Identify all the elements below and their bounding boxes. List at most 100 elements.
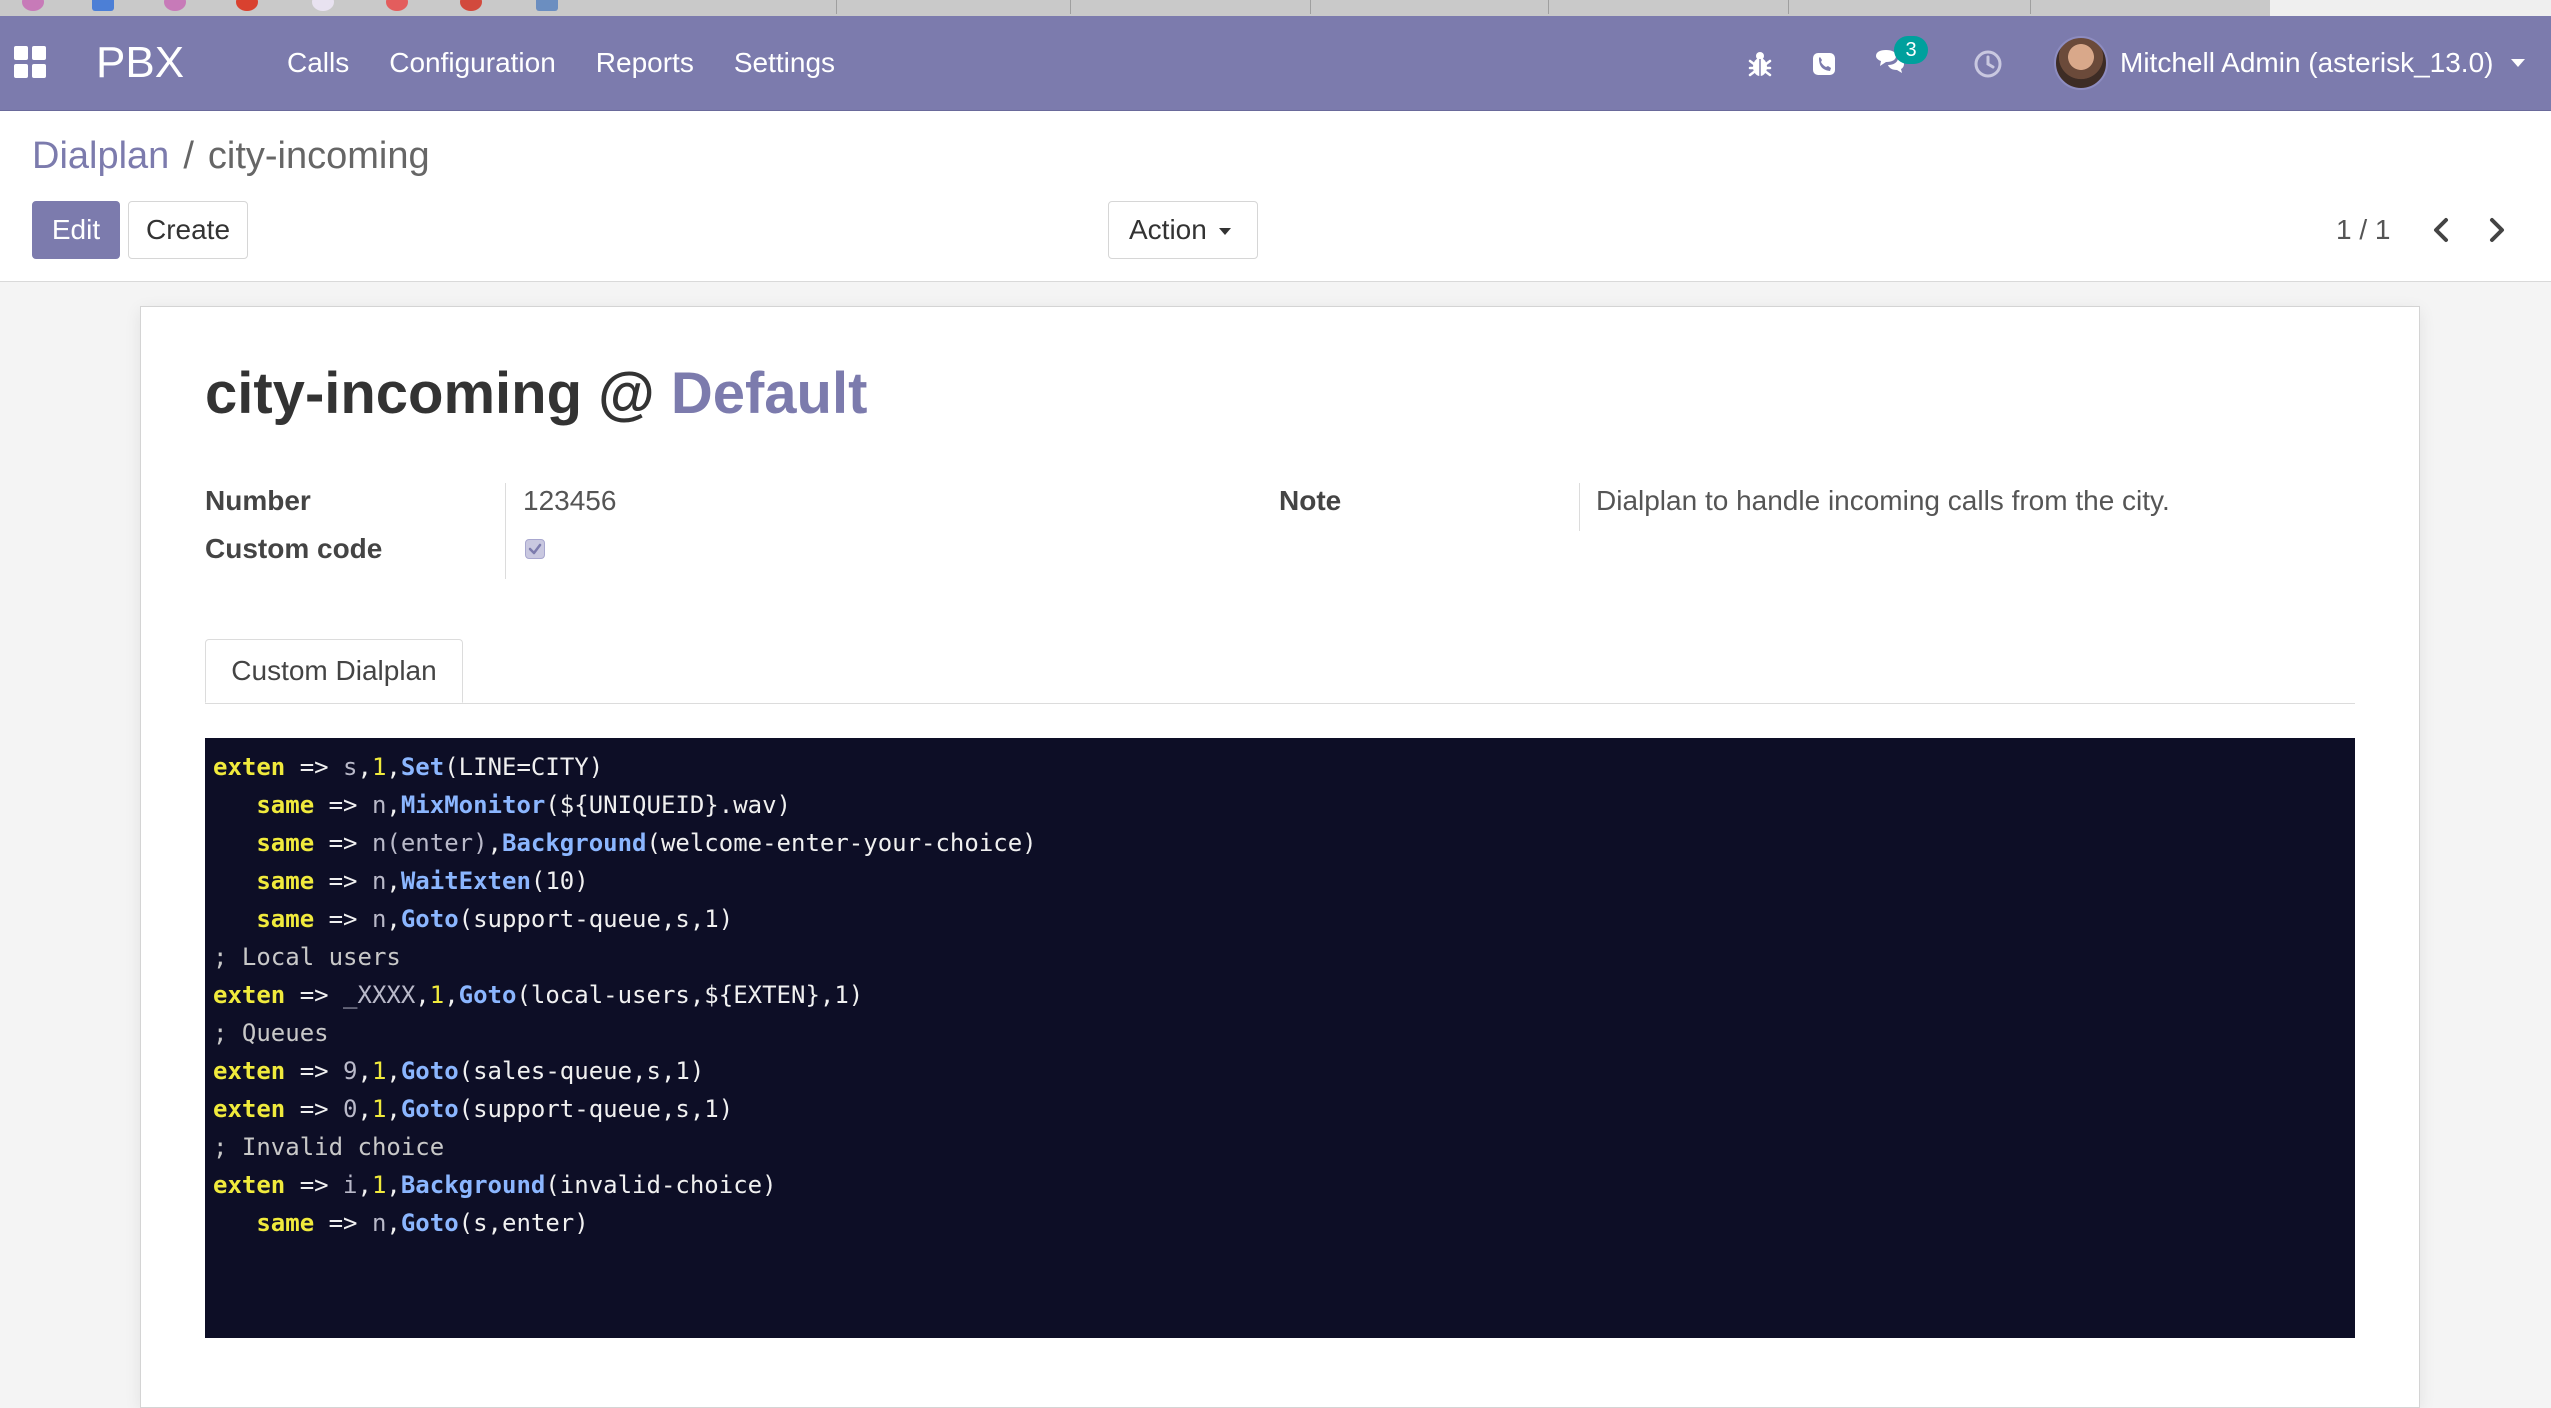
active-browser-tab[interactable] bbox=[2270, 0, 2551, 16]
field-divider bbox=[505, 483, 506, 579]
menu-reports[interactable]: Reports bbox=[596, 46, 694, 80]
chevron-right-icon[interactable] bbox=[2478, 211, 2514, 249]
code-token: same bbox=[213, 1209, 315, 1237]
code-token: (welcome-enter-your-choice) bbox=[646, 829, 1037, 857]
code-line: exten => s,1,Set(LINE=CITY) bbox=[213, 748, 2347, 786]
code-token: 1 bbox=[371, 1171, 387, 1199]
code-token: 1 bbox=[371, 1095, 387, 1123]
action-dropdown-button[interactable]: Action bbox=[1108, 201, 1258, 259]
code-token: => bbox=[285, 1095, 344, 1123]
code-token: same bbox=[213, 829, 315, 857]
code-token: , bbox=[357, 1171, 372, 1199]
code-line: ; Invalid choice bbox=[213, 1128, 2347, 1166]
code-line: exten => i,1,Background(invalid-choice) bbox=[213, 1166, 2347, 1204]
code-token: => bbox=[285, 753, 344, 781]
control-panel: Dialplan / city-incoming Edit Create Actio… bbox=[0, 111, 2551, 282]
code-token: 1 bbox=[429, 981, 445, 1009]
code-token: n(enter) bbox=[371, 829, 488, 857]
tab-custom-dialplan[interactable]: Custom Dialplan bbox=[205, 639, 463, 703]
phone-icon[interactable] bbox=[1804, 44, 1844, 84]
code-token: exten bbox=[213, 1057, 286, 1085]
menu-settings[interactable]: Settings bbox=[734, 46, 835, 80]
code-line: same => n,Goto(support-queue,s,1) bbox=[213, 900, 2347, 938]
code-token: n bbox=[371, 867, 387, 895]
menu-configuration[interactable]: Configuration bbox=[389, 46, 556, 80]
code-token: Background bbox=[400, 1171, 546, 1199]
tab-favicon-icon[interactable] bbox=[312, 0, 334, 11]
code-line: ; Queues bbox=[213, 1014, 2347, 1052]
code-token: , bbox=[357, 1057, 372, 1085]
record-title: city-incoming @ Default bbox=[205, 359, 867, 429]
menu-calls[interactable]: Calls bbox=[287, 46, 349, 80]
tab-favicon-icon[interactable] bbox=[386, 0, 408, 11]
code-token: , bbox=[386, 1057, 401, 1085]
breadcrumb-current: city-incoming bbox=[207, 135, 430, 177]
code-token: (invalid-choice) bbox=[545, 1171, 777, 1199]
code-token: , bbox=[386, 867, 401, 895]
code-token: exten bbox=[213, 1095, 286, 1123]
code-token: , bbox=[444, 981, 459, 1009]
code-line: same => n,MixMonitor(${UNIQUEID}.wav) bbox=[213, 786, 2347, 824]
code-token: => bbox=[314, 905, 372, 933]
caret-down-icon bbox=[1218, 228, 1231, 236]
code-editor[interactable]: exten => s,1,Set(LINE=CITY) same => n,Mi… bbox=[205, 738, 2355, 1338]
note-label: Note bbox=[1279, 485, 1342, 516]
code-token: 1 bbox=[371, 1057, 387, 1085]
form-sheet: city-incoming @ Default Number 123456 Cu… bbox=[140, 306, 2420, 1408]
avatar bbox=[2054, 36, 2108, 90]
code-token: n bbox=[371, 791, 387, 819]
breadcrumb: Dialplan / city-incoming bbox=[32, 133, 430, 179]
code-token: => bbox=[314, 867, 372, 895]
code-token: , bbox=[357, 1095, 372, 1123]
chat-icon[interactable]: 3 bbox=[1870, 36, 1928, 84]
breadcrumb-dialplan[interactable]: Dialplan bbox=[32, 135, 169, 177]
custom-code-checkbox[interactable] bbox=[525, 539, 545, 559]
apps-grid-icon[interactable] bbox=[14, 46, 48, 80]
bug-icon[interactable] bbox=[1740, 44, 1780, 84]
code-token: (10) bbox=[530, 867, 589, 895]
code-line: same => n,Goto(s,enter) bbox=[213, 1204, 2347, 1242]
code-token: exten bbox=[213, 753, 286, 781]
code-line: exten => 0,1,Goto(support-queue,s,1) bbox=[213, 1090, 2347, 1128]
custom-code-label: Custom code bbox=[205, 533, 383, 564]
code-token: Goto bbox=[400, 905, 459, 933]
code-token: => bbox=[314, 1209, 372, 1237]
code-token: ; Local users bbox=[213, 943, 401, 971]
chat-count-badge: 3 bbox=[1894, 36, 1928, 64]
code-token: , bbox=[415, 981, 430, 1009]
code-token: Goto bbox=[400, 1209, 459, 1237]
browser-tab-strip bbox=[0, 0, 2551, 17]
edit-button[interactable]: Edit bbox=[32, 201, 120, 259]
tab-favicon-icon[interactable] bbox=[236, 0, 258, 11]
code-token: n bbox=[371, 1209, 387, 1237]
code-token: (sales-queue,s,1) bbox=[458, 1057, 705, 1085]
code-token: => bbox=[285, 1171, 344, 1199]
tab-favicon-icon[interactable] bbox=[460, 0, 482, 11]
top-navbar: PBX Calls Configuration Reports Settings… bbox=[0, 16, 2551, 111]
create-button[interactable]: Create bbox=[128, 201, 248, 259]
code-token: same bbox=[213, 867, 315, 895]
app-brand[interactable]: PBX bbox=[96, 36, 184, 90]
code-token: _XXXX bbox=[343, 981, 416, 1009]
code-token: , bbox=[386, 753, 401, 781]
code-token: => bbox=[285, 981, 344, 1009]
user-menu[interactable]: Mitchell Admin (asterisk_13.0) bbox=[2054, 34, 2526, 92]
chevron-left-icon[interactable] bbox=[2424, 211, 2460, 249]
clock-icon[interactable] bbox=[1968, 44, 2008, 84]
number-value: 123456 bbox=[523, 485, 617, 516]
tab-favicon-icon[interactable] bbox=[92, 0, 114, 11]
code-token: s bbox=[343, 753, 358, 781]
code-token: n bbox=[371, 905, 387, 933]
tab-favicon-icon[interactable] bbox=[164, 0, 186, 11]
pager-counter[interactable]: 1 / 1 bbox=[2336, 209, 2390, 251]
code-token: Goto bbox=[400, 1057, 459, 1085]
code-line: same => n(enter),Background(welcome-ente… bbox=[213, 824, 2347, 862]
record-name: city-incoming bbox=[205, 361, 583, 426]
record-context-link[interactable]: Default bbox=[671, 361, 868, 426]
tab-favicon-icon[interactable] bbox=[22, 0, 44, 11]
tab-favicon-icon[interactable] bbox=[536, 0, 558, 11]
note-value: Dialplan to handle incoming calls from t… bbox=[1596, 485, 2170, 516]
number-label: Number bbox=[205, 485, 311, 516]
code-token: Goto bbox=[400, 1095, 459, 1123]
code-token: (s,enter) bbox=[458, 1209, 589, 1237]
